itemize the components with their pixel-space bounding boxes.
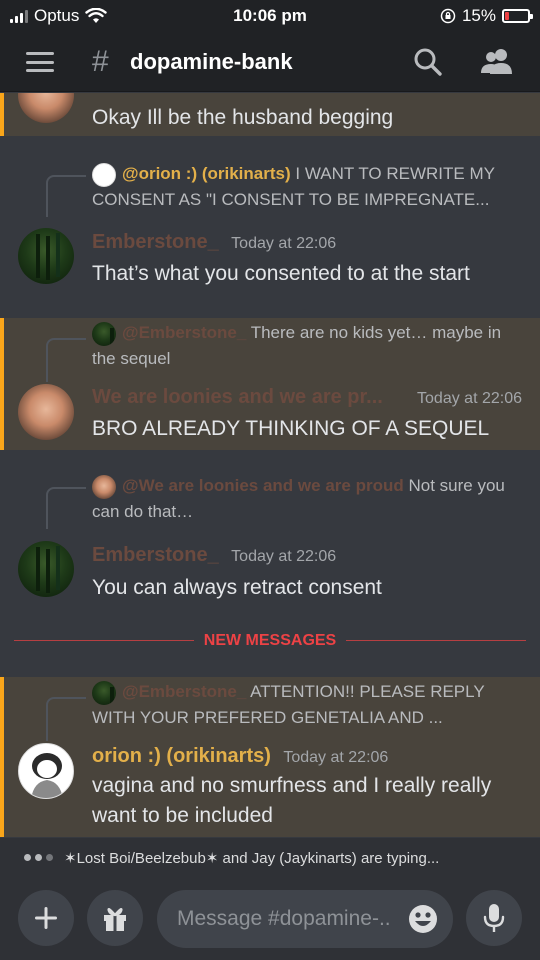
- message-meta: Emberstone_ Today at 22:06: [92, 544, 336, 567]
- battery-icon: [502, 9, 533, 23]
- channel-name[interactable]: dopamine-bank: [130, 49, 293, 75]
- battery-level: [505, 12, 509, 20]
- orientation-lock-icon: [440, 8, 456, 24]
- reply-author: @Emberstone_: [122, 682, 247, 701]
- timestamp: Today at 22:06: [231, 548, 337, 565]
- gift-icon: [104, 908, 126, 931]
- avatar-art: [31, 753, 63, 798]
- message-text: BRO ALREADY THINKING OF A SEQUEL: [92, 417, 490, 440]
- message-list[interactable]: Okay Ill be the husband begging @orion :…: [0, 93, 540, 837]
- composer-bar: [0, 876, 540, 960]
- members-icon[interactable]: [480, 46, 514, 78]
- reply-connector: [46, 175, 86, 217]
- message-text: That’s what you consented to at the star…: [92, 262, 470, 285]
- add-attachment-button[interactable]: [18, 890, 74, 946]
- typing-dots-icon: [24, 854, 53, 861]
- message[interactable]: @We are loonies and we are proud Not sur…: [0, 465, 540, 615]
- message[interactable]: @Emberstone_ There are no kids yet… mayb…: [0, 318, 540, 450]
- channel-header: # dopamine-bank: [0, 32, 540, 92]
- message-meta: Emberstone_ Today at 22:06: [92, 231, 336, 254]
- timestamp: Today at 22:06: [283, 749, 389, 766]
- typing-indicator: ✶Lost Boi/Beelzebub✶ and Jay (Jaykinarts…: [0, 838, 540, 876]
- avatar[interactable]: [18, 93, 74, 123]
- message[interactable]: @orion :) (orikinarts) I WANT TO REWRITE…: [0, 153, 540, 303]
- emoji-icon[interactable]: [408, 904, 438, 934]
- reply-preview[interactable]: @Emberstone_ ATTENTION!! PLEASE REPLY WI…: [92, 679, 526, 731]
- microphone-button[interactable]: [466, 890, 522, 946]
- battery-percent: 15%: [461, 6, 496, 25]
- reply-connector: [46, 697, 86, 741]
- message-meta: orion :) (orikinarts) Today at 22:06: [92, 745, 388, 768]
- author-name[interactable]: Emberstone_: [92, 231, 219, 253]
- avatar[interactable]: [18, 743, 74, 799]
- author-name[interactable]: Emberstone_: [92, 544, 219, 566]
- avatar[interactable]: [18, 541, 74, 597]
- search-icon[interactable]: [412, 46, 444, 78]
- reply-author: @orion :) (orikinarts): [122, 164, 291, 183]
- message-text: You can always retract consent: [92, 576, 382, 599]
- new-messages-label: NEW MESSAGES: [203, 632, 337, 649]
- microphone-icon: [483, 904, 505, 932]
- reply-preview[interactable]: @orion :) (orikinarts) I WANT TO REWRITE…: [92, 161, 526, 213]
- plus-icon: [35, 907, 57, 929]
- reply-author: @Emberstone_: [122, 323, 247, 342]
- reply-preview[interactable]: @Emberstone_ There are no kids yet… mayb…: [92, 320, 526, 372]
- author-name[interactable]: We are loonies and we are pr...: [92, 386, 383, 408]
- menu-icon[interactable]: [26, 52, 54, 72]
- timestamp: Today at 22:06: [231, 235, 337, 252]
- reply-connector: [46, 338, 86, 382]
- message[interactable]: @Emberstone_ ATTENTION!! PLEASE REPLY WI…: [0, 677, 540, 837]
- typing-text: ✶Lost Boi/Beelzebub✶ and Jay (Jaykinarts…: [64, 850, 440, 867]
- message-meta: We are loonies and we are pr... Today at…: [92, 386, 522, 409]
- message[interactable]: Okay Ill be the husband begging: [0, 93, 540, 136]
- hash-icon: #: [92, 45, 109, 78]
- timestamp: Today at 22:06: [417, 390, 522, 407]
- avatar[interactable]: [18, 384, 74, 440]
- message-text: vagina and no smurfness and I really rea…: [92, 774, 492, 827]
- reply-preview[interactable]: @We are loonies and we are proud Not sur…: [92, 473, 526, 525]
- battery-group: 15%: [440, 6, 533, 26]
- avatar[interactable]: [18, 228, 74, 284]
- author-name[interactable]: orion :) (orikinarts): [92, 745, 271, 767]
- reply-author: @We are loonies and we are proud: [122, 476, 404, 495]
- status-bar: Optus 10:06 pm 15%: [0, 0, 540, 32]
- gift-button[interactable]: [87, 890, 143, 946]
- message-text: Okay Ill be the husband begging: [92, 106, 394, 129]
- reply-connector: [46, 487, 86, 529]
